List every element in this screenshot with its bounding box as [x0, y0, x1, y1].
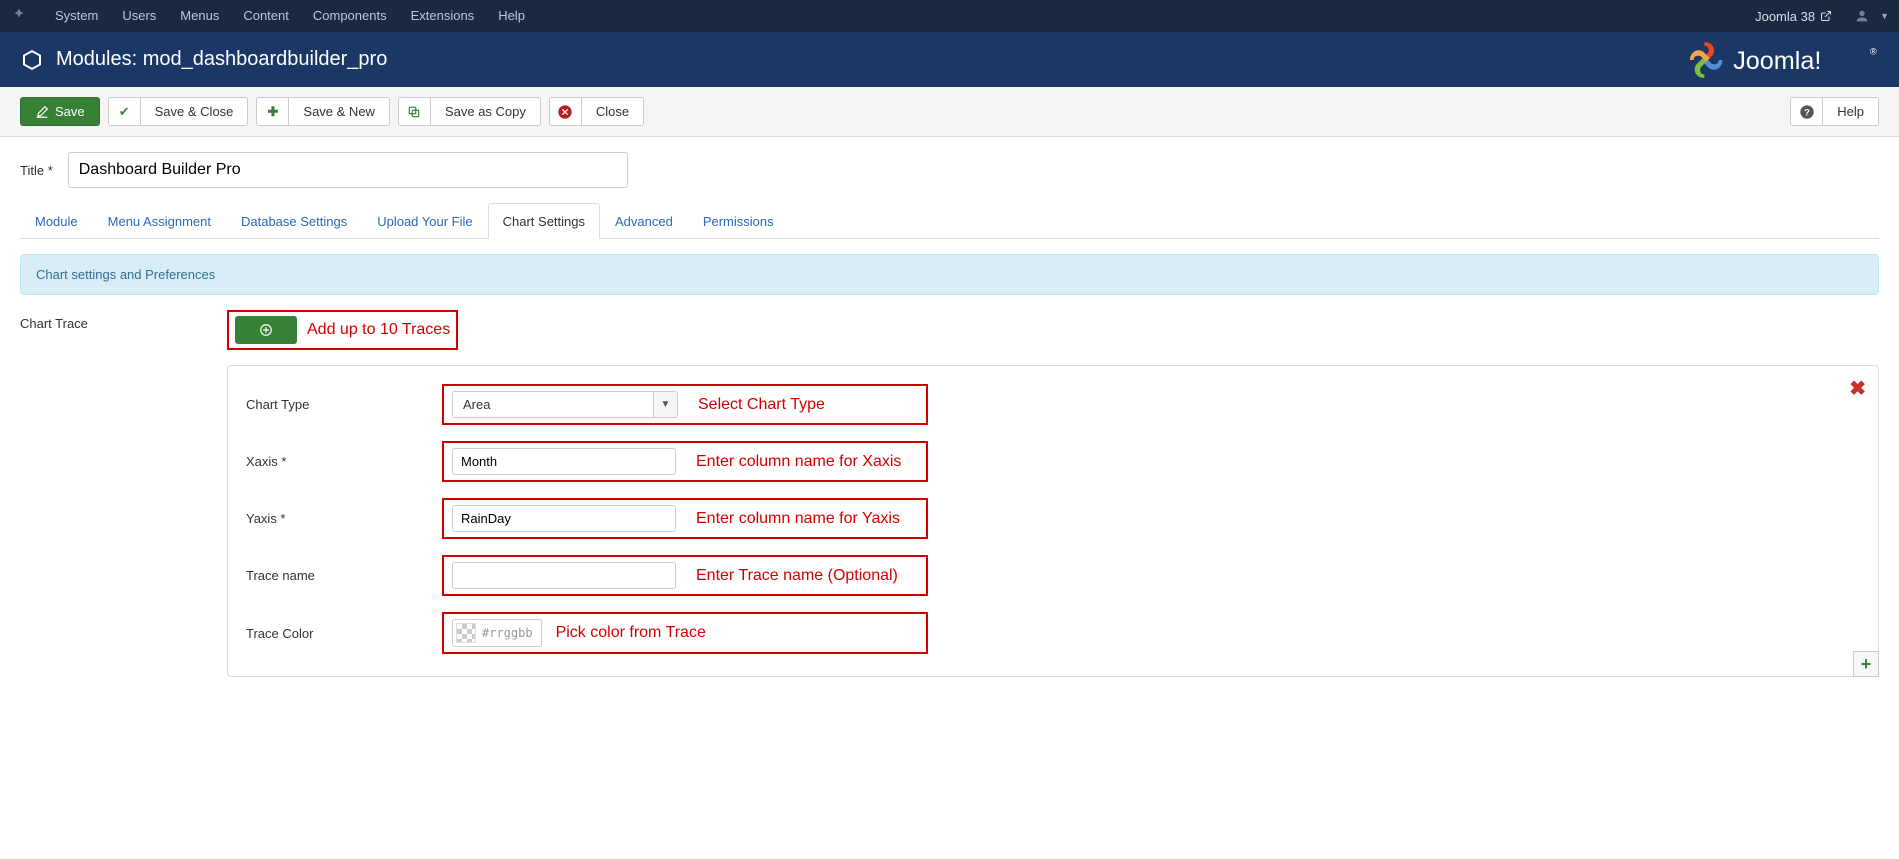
save-label: Save	[55, 104, 85, 119]
yaxis-input[interactable]	[452, 505, 676, 532]
add-trace-button[interactable]	[235, 316, 297, 344]
chevron-down-icon: ▼	[653, 392, 677, 417]
plus-icon: ✚	[256, 97, 288, 126]
help-icon: ?	[1790, 97, 1822, 126]
menu-system[interactable]: System	[43, 0, 110, 32]
tab-bar: Module Menu Assignment Database Settings…	[20, 203, 1879, 239]
tab-module[interactable]: Module	[20, 203, 93, 239]
cube-icon	[20, 48, 56, 72]
tab-permissions[interactable]: Permissions	[688, 203, 789, 239]
annotation-text: Pick color from Trace	[556, 624, 706, 642]
menu-users[interactable]: Users	[110, 0, 168, 32]
xaxis-input[interactable]	[452, 448, 676, 475]
menu-extensions[interactable]: Extensions	[399, 0, 487, 32]
trace-panel: ✖ Chart Type Area ▼ Select Chart Type Xa…	[227, 365, 1879, 677]
annotation-add-traces: Add up to 10 Traces	[227, 310, 458, 350]
trace-color-input[interactable]: #rrggbb	[452, 619, 542, 647]
chart-trace-label: Chart Trace	[20, 310, 227, 331]
content-area: Title * Module Menu Assignment Database …	[0, 137, 1899, 692]
annotation-trace-name: Enter Trace name (Optional)	[442, 555, 928, 596]
title-row: Title *	[20, 152, 1879, 188]
menu-help[interactable]: Help	[486, 0, 537, 32]
chart-trace-row: Chart Trace Add up to 10 Traces	[20, 310, 1879, 350]
chart-type-select[interactable]: Area ▼	[452, 391, 678, 418]
circle-plus-icon	[259, 323, 273, 337]
trace-name-input[interactable]	[452, 562, 676, 589]
cancel-icon	[549, 97, 581, 126]
save-close-button[interactable]: Save & Close	[140, 97, 249, 126]
menu-components[interactable]: Components	[301, 0, 399, 32]
close-button[interactable]: Close	[581, 97, 644, 126]
site-name-label: Joomla 38	[1755, 9, 1815, 24]
add-another-trace-button[interactable]: +	[1853, 651, 1879, 677]
site-link[interactable]: Joomla 38	[1743, 9, 1844, 24]
help-button[interactable]: Help	[1822, 97, 1879, 126]
yaxis-label: Yaxis *	[246, 511, 442, 526]
tab-database-settings[interactable]: Database Settings	[226, 203, 362, 239]
info-box: Chart settings and Preferences	[20, 254, 1879, 295]
annotation-text: Enter Trace name (Optional)	[696, 567, 898, 585]
annotation-xaxis: Enter column name for Xaxis	[442, 441, 928, 482]
save-copy-button[interactable]: Save as Copy	[430, 97, 541, 126]
menu-content[interactable]: Content	[231, 0, 301, 32]
xaxis-label: Xaxis *	[246, 454, 442, 469]
tab-menu-assignment[interactable]: Menu Assignment	[93, 203, 226, 239]
annotation-text: Enter column name for Yaxis	[696, 510, 900, 528]
tab-upload-file[interactable]: Upload Your File	[362, 203, 487, 239]
trace-name-label: Trace name	[246, 568, 442, 583]
annotation-trace-color: #rrggbb Pick color from Trace	[442, 612, 928, 654]
remove-trace-button[interactable]: ✖	[1849, 376, 1866, 401]
copy-icon	[398, 97, 430, 126]
chart-type-value: Area	[453, 392, 653, 417]
title-input[interactable]	[68, 152, 628, 188]
check-icon: ✔	[108, 97, 140, 126]
close-icon: ✖	[1849, 378, 1866, 400]
caret-down-icon: ▼	[1880, 11, 1889, 21]
color-placeholder: #rrggbb	[482, 626, 533, 640]
menu-menus[interactable]: Menus	[168, 0, 231, 32]
page-header: Modules: mod_dashboardbuilder_pro Joomla…	[0, 32, 1899, 87]
annotation-yaxis: Enter column name for Yaxis	[442, 498, 928, 539]
action-toolbar: Save ✔ Save & Close ✚ Save & New Save as…	[0, 87, 1899, 137]
svg-text:Joomla!: Joomla!	[1733, 47, 1821, 75]
title-label: Title *	[20, 163, 53, 178]
svg-text:®: ®	[1870, 46, 1877, 56]
admin-top-bar: System Users Menus Content Components Ex…	[0, 0, 1899, 32]
annotation-text: Enter column name for Xaxis	[696, 453, 901, 471]
save-new-button[interactable]: Save & New	[288, 97, 390, 126]
user-menu-icon[interactable]	[1844, 8, 1880, 24]
annotation-chart-type: Area ▼ Select Chart Type	[442, 384, 928, 425]
svg-text:?: ?	[1804, 107, 1810, 117]
tab-advanced[interactable]: Advanced	[600, 203, 688, 239]
trace-color-label: Trace Color	[246, 626, 442, 641]
save-button[interactable]: Save	[20, 97, 100, 126]
apply-icon	[35, 105, 49, 119]
annotation-text: Add up to 10 Traces	[307, 321, 450, 339]
joomla-icon	[10, 7, 43, 25]
checker-icon	[456, 623, 476, 643]
joomla-logo: Joomla! ®	[1690, 42, 1879, 78]
chart-type-label: Chart Type	[246, 397, 442, 412]
annotation-text: Select Chart Type	[698, 396, 825, 414]
tab-chart-settings[interactable]: Chart Settings	[488, 203, 600, 239]
page-title: Modules: mod_dashboardbuilder_pro	[56, 48, 1690, 71]
plus-icon: +	[1861, 654, 1872, 675]
external-link-icon	[1820, 10, 1832, 22]
